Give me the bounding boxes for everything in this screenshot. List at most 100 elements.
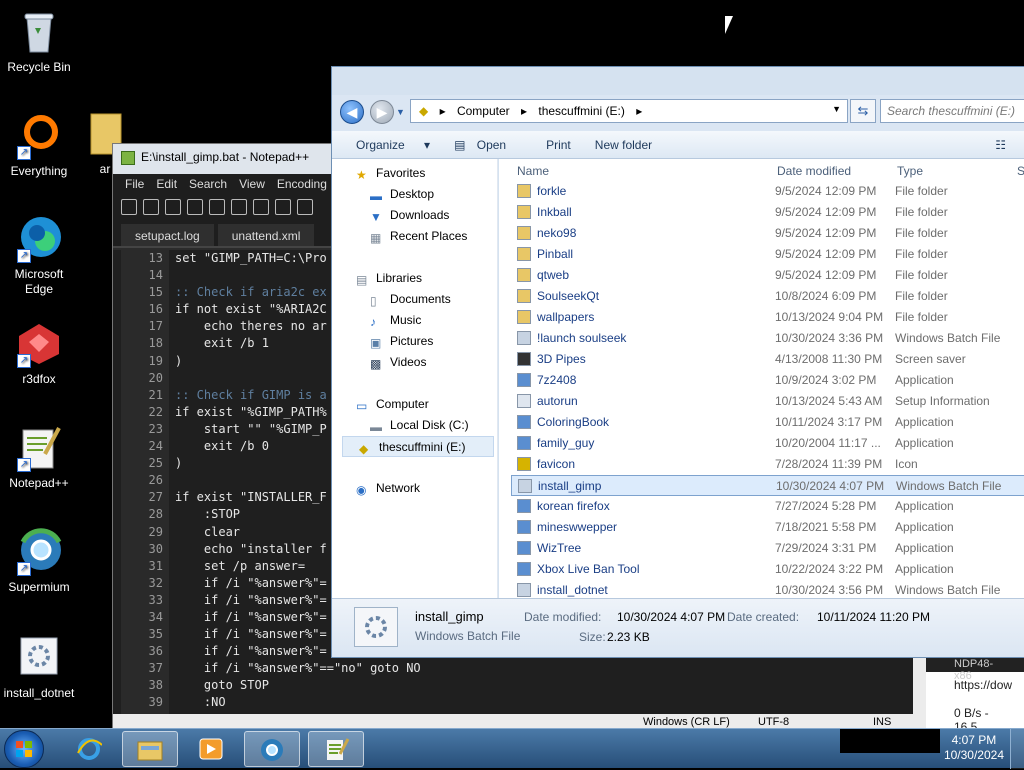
- sidebar-item-documents[interactable]: ▯ Documents: [370, 289, 451, 310]
- line-number: 13: [148, 251, 163, 265]
- file-row[interactable]: WizTree 7/29/2024 3:31 PM Application: [511, 538, 1024, 559]
- sidebar-item-label: Downloads: [390, 208, 450, 222]
- forward-button[interactable]: ▶: [370, 100, 394, 124]
- organize-button[interactable]: Organize ▾: [340, 131, 438, 158]
- menu-search[interactable]: Search: [183, 174, 233, 196]
- start-button[interactable]: [4, 730, 44, 768]
- file-row[interactable]: 3D Pipes 4/13/2008 11:30 PM Screen saver: [511, 349, 1024, 370]
- sidebar-item-local-disk[interactable]: ▬ Local Disk (C:): [370, 415, 469, 436]
- sidebar-computer[interactable]: ▭ Computer: [356, 394, 429, 415]
- taskbar-internet-explorer[interactable]: [62, 731, 118, 767]
- recent-pages-dropdown-icon[interactable]: ▼: [396, 107, 405, 117]
- explorer-titlebar[interactable]: [332, 67, 1024, 95]
- taskbar-media-player[interactable]: [184, 731, 240, 767]
- breadcrumb-separator-icon[interactable]: ▸: [521, 104, 527, 118]
- file-row[interactable]: forkle 9/5/2024 12:09 PM File folder: [511, 181, 1024, 202]
- sidebar-item-desktop[interactable]: ▬ Desktop: [370, 184, 434, 205]
- tab-setupact-log[interactable]: setupact.log: [121, 224, 214, 246]
- sidebar-item-recent-places[interactable]: ▦ Recent Places: [370, 226, 467, 247]
- file-row[interactable]: !launch soulseek 10/30/2024 3:36 PM Window…: [511, 328, 1024, 349]
- system-clock[interactable]: 4:07 PM 10/30/2024: [944, 733, 1004, 763]
- menu-view[interactable]: View: [233, 174, 271, 196]
- documents-icon: ▯: [370, 294, 377, 308]
- save-all-icon[interactable]: [187, 199, 203, 215]
- menu-file[interactable]: File: [119, 174, 150, 196]
- file-name: 3D Pipes: [537, 352, 586, 366]
- file-row[interactable]: qtweb 9/5/2024 12:09 PM File folder: [511, 265, 1024, 286]
- desktop-icon-everything[interactable]: ↗ Everything: [1, 112, 77, 179]
- file-name: install_gimp: [538, 479, 602, 493]
- column-name[interactable]: Name: [517, 164, 549, 178]
- taskbar-supermium[interactable]: [244, 731, 300, 767]
- file-row[interactable]: favicon 7/28/2024 11:39 PM Icon: [511, 454, 1024, 475]
- sidebar-item-music[interactable]: ♪ Music: [370, 310, 421, 331]
- breadcrumb-separator-icon[interactable]: ▸: [636, 104, 642, 118]
- file-row[interactable]: korean firefox 7/27/2024 5:28 PM Applicati…: [511, 496, 1024, 517]
- print-icon[interactable]: [253, 199, 269, 215]
- code-line[interactable]: :NO: [175, 694, 913, 711]
- sidebar-item-pictures[interactable]: ▣ Pictures: [370, 331, 433, 352]
- menu-edit[interactable]: Edit: [150, 174, 183, 196]
- back-button[interactable]: ◀: [340, 100, 364, 124]
- desktop-icon-install-dotnet[interactable]: install_dotnet: [1, 634, 77, 701]
- cut-icon[interactable]: [275, 199, 291, 215]
- column-type[interactable]: Type: [897, 164, 923, 178]
- open-file-icon[interactable]: [143, 199, 159, 215]
- file-row[interactable]: 7z2408 10/9/2024 3:02 PM Application: [511, 370, 1024, 391]
- save-icon[interactable]: [165, 199, 181, 215]
- file-row[interactable]: wallpapers 10/13/2024 9:04 PM File folder: [511, 307, 1024, 328]
- file-row[interactable]: install_gimp 10/30/2024 4:07 PM Windows Ba…: [511, 475, 1024, 496]
- column-date-modified[interactable]: Date modified: [777, 164, 851, 178]
- sidebar-item-label: Computer: [376, 397, 429, 411]
- file-row[interactable]: Inkball 9/5/2024 12:09 PM File folder: [511, 202, 1024, 223]
- desktop-icon-r3dfox[interactable]: ↗ r3dfox: [1, 320, 77, 387]
- code-line[interactable]: if /i "%answer%"=="no" goto NO: [175, 660, 913, 677]
- print-button[interactable]: Print: [538, 131, 579, 158]
- file-row[interactable]: SoulseekQt 10/8/2024 6:09 PM File folder: [511, 286, 1024, 307]
- sidebar-libraries[interactable]: ▤ Libraries: [356, 268, 422, 289]
- refresh-button[interactable]: ⇆: [850, 99, 876, 123]
- file-row[interactable]: ColoringBook 10/11/2024 3:17 PM Applicatio…: [511, 412, 1024, 433]
- close-all-icon[interactable]: [231, 199, 247, 215]
- pictures-icon: ▣: [370, 336, 382, 350]
- file-row[interactable]: install_dotnet 10/30/2024 3:56 PM Windows …: [511, 580, 1024, 600]
- address-bar[interactable]: ◆ ▸ Computer ▸ thescuffmini (E:) ▸ ▼: [410, 99, 848, 123]
- screensaver-icon: [517, 352, 531, 366]
- desktop-icon-supermium[interactable]: ↗ Supermium: [1, 528, 77, 595]
- sidebar-item-videos[interactable]: ▩ Videos: [370, 352, 426, 373]
- show-desktop-button[interactable]: [1010, 729, 1024, 769]
- download-url[interactable]: https://dow: [926, 672, 1024, 692]
- address-dropdown-icon[interactable]: ▼: [832, 104, 841, 114]
- sidebar-item-thescuffmini[interactable]: ◆ thescuffmini (E:): [342, 436, 494, 457]
- taskbar-notepadpp[interactable]: [308, 731, 364, 767]
- menu-encoding[interactable]: Encoding: [271, 174, 333, 196]
- view-options-icon[interactable]: ☷: [987, 131, 1014, 152]
- file-row[interactable]: Xbox Live Ban Tool 10/22/2024 3:22 PM Appl…: [511, 559, 1024, 580]
- file-type: File folder: [895, 289, 948, 303]
- breadcrumb-computer[interactable]: Computer: [457, 104, 510, 118]
- column-size[interactable]: Si: [1017, 164, 1024, 178]
- sidebar-item-downloads[interactable]: ▼ Downloads: [370, 205, 449, 226]
- tab-unattend-xml[interactable]: unattend.xml: [217, 224, 315, 246]
- desktop-icon-edge[interactable]: ↗ Microsoft Edge: [1, 215, 77, 297]
- close-icon[interactable]: [209, 199, 225, 215]
- file-row[interactable]: mineswwepper 7/18/2021 5:58 PM Application: [511, 517, 1024, 538]
- sidebar-network[interactable]: ◉ Network: [356, 478, 420, 499]
- search-input[interactable]: Search thescuffmini (E:): [880, 99, 1024, 123]
- sidebar-favorites[interactable]: ★ Favorites: [356, 163, 425, 184]
- new-file-icon[interactable]: [121, 199, 137, 215]
- copy-icon[interactable]: [297, 199, 313, 215]
- desktop-icon-notepadpp[interactable]: ↗ Notepad++: [1, 424, 77, 491]
- file-row[interactable]: neko98 9/5/2024 12:09 PM File folder: [511, 223, 1024, 244]
- breadcrumb-drive[interactable]: thescuffmini (E:): [538, 104, 624, 118]
- breadcrumb-separator-icon[interactable]: ▸: [440, 104, 446, 118]
- desktop-icon-recycle-bin[interactable]: Recycle Bin: [1, 8, 77, 75]
- taskbar-explorer[interactable]: [122, 731, 178, 767]
- new-folder-button[interactable]: New folder: [587, 131, 660, 158]
- file-row[interactable]: Pinball 9/5/2024 12:09 PM File folder: [511, 244, 1024, 265]
- file-row[interactable]: family_guy 10/20/2004 11:17 ... Applicatio…: [511, 433, 1024, 454]
- file-row[interactable]: autorun 10/13/2024 5:43 AM Setup Informati…: [511, 391, 1024, 412]
- code-line[interactable]: goto STOP: [175, 677, 913, 694]
- open-button[interactable]: ▤ Open: [446, 131, 530, 158]
- explorer-window[interactable]: ◀ ▶ ▼ ◆ ▸ Computer ▸ thescuffmini (E:) ▸…: [331, 66, 1024, 658]
